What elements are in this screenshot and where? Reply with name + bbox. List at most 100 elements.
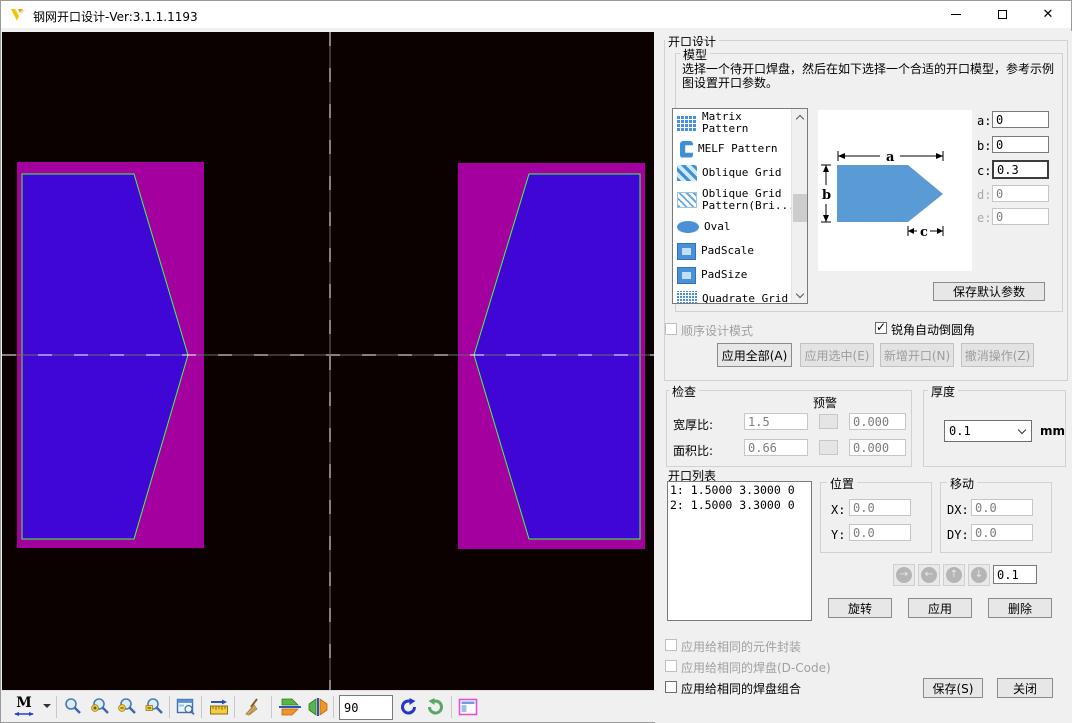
oval-icon <box>677 221 699 233</box>
rotate-button[interactable]: 旋转 <box>828 598 892 618</box>
arrow-up-icon: ↑ <box>946 567 962 583</box>
quadrate-grid-icon <box>677 291 697 303</box>
pattern-list[interactable]: Matrix Pattern MELF Pattern Oblique Grid… <box>672 108 808 304</box>
position-x-field[interactable] <box>849 499 911 516</box>
screen-view-icon[interactable] <box>458 697 478 717</box>
nudge-right-button[interactable]: → <box>893 564 915 586</box>
apply-button[interactable]: 应用 <box>908 598 972 618</box>
rotate-cw-icon[interactable] <box>425 697 445 717</box>
maximize-icon <box>998 10 1007 19</box>
arrow-left-icon: ← <box>921 567 937 583</box>
nudge-left-button[interactable]: ← <box>918 564 940 586</box>
area-ratio-label: 面积比: <box>673 442 713 459</box>
zoom-in-icon[interactable] <box>90 697 110 717</box>
move-dy-field[interactable] <box>971 524 1033 541</box>
zoom-region-icon[interactable] <box>144 697 164 717</box>
auto-fillet-label: 锐角自动倒圆角 <box>891 321 975 338</box>
param-e-field <box>992 208 1049 225</box>
flip-horizontal-icon[interactable] <box>307 697 329 717</box>
close-dialog-button[interactable]: 关闭 <box>997 678 1053 698</box>
preview-shape <box>837 165 943 222</box>
position-y-label: Y: <box>831 528 845 542</box>
apply-same-package-label: 应用给相同的元件封装 <box>681 638 801 655</box>
melf-pattern-icon <box>680 141 693 158</box>
thickness-group: 厚度 0.1 mm <box>923 390 1066 467</box>
nudge-down-button[interactable]: ↓ <box>968 564 990 586</box>
param-b-label: b: <box>977 139 991 153</box>
param-c-field[interactable] <box>992 160 1049 179</box>
zoom-out-icon[interactable] <box>117 697 137 717</box>
save-defaults-button[interactable]: 保存默认参数 <box>933 282 1045 301</box>
move-group: 移动 DX: DY: <box>940 482 1052 553</box>
opening-list-item[interactable]: 1: 1.5000 3.3000 0 <box>670 483 809 498</box>
close-icon: ✕ <box>1043 8 1054 21</box>
width-ratio-field <box>744 413 808 430</box>
param-d-label: d: <box>977 188 991 202</box>
move-dx-field[interactable] <box>971 499 1033 516</box>
nudge-up-button[interactable]: ↑ <box>943 564 965 586</box>
pattern-item-melf[interactable]: MELF Pattern <box>673 137 791 161</box>
warning-label: 预警 <box>813 394 837 411</box>
add-opening-button: 新增开口(N) <box>880 343 954 367</box>
maximize-button[interactable] <box>979 1 1025 28</box>
position-group: 位置 X: Y: <box>820 482 932 553</box>
bottom-toolbar: M <box>1 690 657 722</box>
zoom-icon[interactable] <box>63 697 83 717</box>
save-button[interactable]: 保存(S) <box>923 678 983 698</box>
clean-broom-icon[interactable] <box>243 697 263 717</box>
sequential-mode-checkbox <box>665 323 677 335</box>
oblique-grid-icon <box>677 165 697 181</box>
scroll-down-icon[interactable] <box>792 287 808 303</box>
measure-tool-button[interactable]: M <box>11 695 37 717</box>
move-dy-label: DY: <box>947 528 969 542</box>
opening-list-item[interactable]: 2: 1.5000 3.3000 0 <box>670 498 809 513</box>
delete-button[interactable]: 删除 <box>988 598 1052 618</box>
width-ratio-label: 宽厚比: <box>673 416 713 433</box>
thickness-unit: mm <box>1040 424 1065 438</box>
thickness-dropdown[interactable]: 0.1 <box>944 420 1032 442</box>
move-dx-label: DX: <box>947 503 969 517</box>
width-warn-indicator <box>819 414 838 429</box>
sequential-mode-label: 顺序设计模式 <box>681 322 753 339</box>
pattern-item-matrix[interactable]: Matrix Pattern <box>673 109 791 137</box>
minimize-icon <box>951 14 961 15</box>
thickness-value: 0.1 <box>945 424 1019 438</box>
nudge-step-field[interactable] <box>993 565 1037 584</box>
param-e-label: e: <box>977 211 991 225</box>
app-logo-icon <box>10 7 26 23</box>
design-canvas[interactable] <box>2 32 654 690</box>
model-group-label: 模型 <box>680 46 710 63</box>
pattern-item-oval[interactable]: Oval <box>673 215 791 239</box>
measure-dropdown-caret-icon[interactable] <box>43 704 51 708</box>
dim-a-label: a <box>886 150 895 165</box>
apply-selected-button: 应用选中(E) <box>800 343 874 367</box>
apply-same-dcode-label: 应用给相同的焊盘(D-Code) <box>681 659 831 676</box>
apply-same-dcode-checkbox <box>665 660 677 672</box>
pattern-item-oblique-grid-pattern[interactable]: Oblique Grid Pattern(Bri... <box>673 185 791 215</box>
scrollbar-thumb[interactable] <box>793 194 807 222</box>
rotation-angle-field[interactable] <box>339 695 393 720</box>
minimize-button[interactable] <box>933 1 979 28</box>
view-window-icon[interactable] <box>176 697 196 717</box>
auto-fillet-checkbox[interactable] <box>875 322 887 334</box>
pattern-item-oblique-grid[interactable]: Oblique Grid <box>673 161 791 185</box>
param-b-field[interactable] <box>992 136 1049 153</box>
apply-all-button[interactable]: 应用全部(A) <box>717 343 792 367</box>
apply-same-combo-checkbox[interactable] <box>665 681 677 693</box>
close-button[interactable]: ✕ <box>1025 1 1071 28</box>
chevron-down-icon <box>1018 425 1026 433</box>
opening-list[interactable]: 1: 1.5000 3.3000 0 2: 1.5000 3.3000 0 <box>667 481 812 621</box>
pattern-item-padscale[interactable]: PadScale <box>673 239 791 263</box>
pattern-item-padsize[interactable]: PadSize <box>673 263 791 287</box>
position-y-field[interactable] <box>849 524 911 541</box>
padsize-icon <box>677 267 696 284</box>
rotate-ccw-icon[interactable] <box>399 697 419 717</box>
flip-vertical-icon[interactable] <box>278 697 302 717</box>
scroll-up-icon[interactable] <box>792 109 808 125</box>
pattern-list-scrollbar[interactable] <box>791 109 807 303</box>
measure-ruler-icon[interactable] <box>209 697 229 717</box>
pattern-item-quadrate-grid[interactable]: Quadrate_Grid <box>673 287 791 303</box>
apply-same-combo-label: 应用给相同的焊盘组合 <box>681 680 801 697</box>
dim-b-label: b <box>822 188 831 203</box>
param-a-field[interactable] <box>992 111 1049 128</box>
